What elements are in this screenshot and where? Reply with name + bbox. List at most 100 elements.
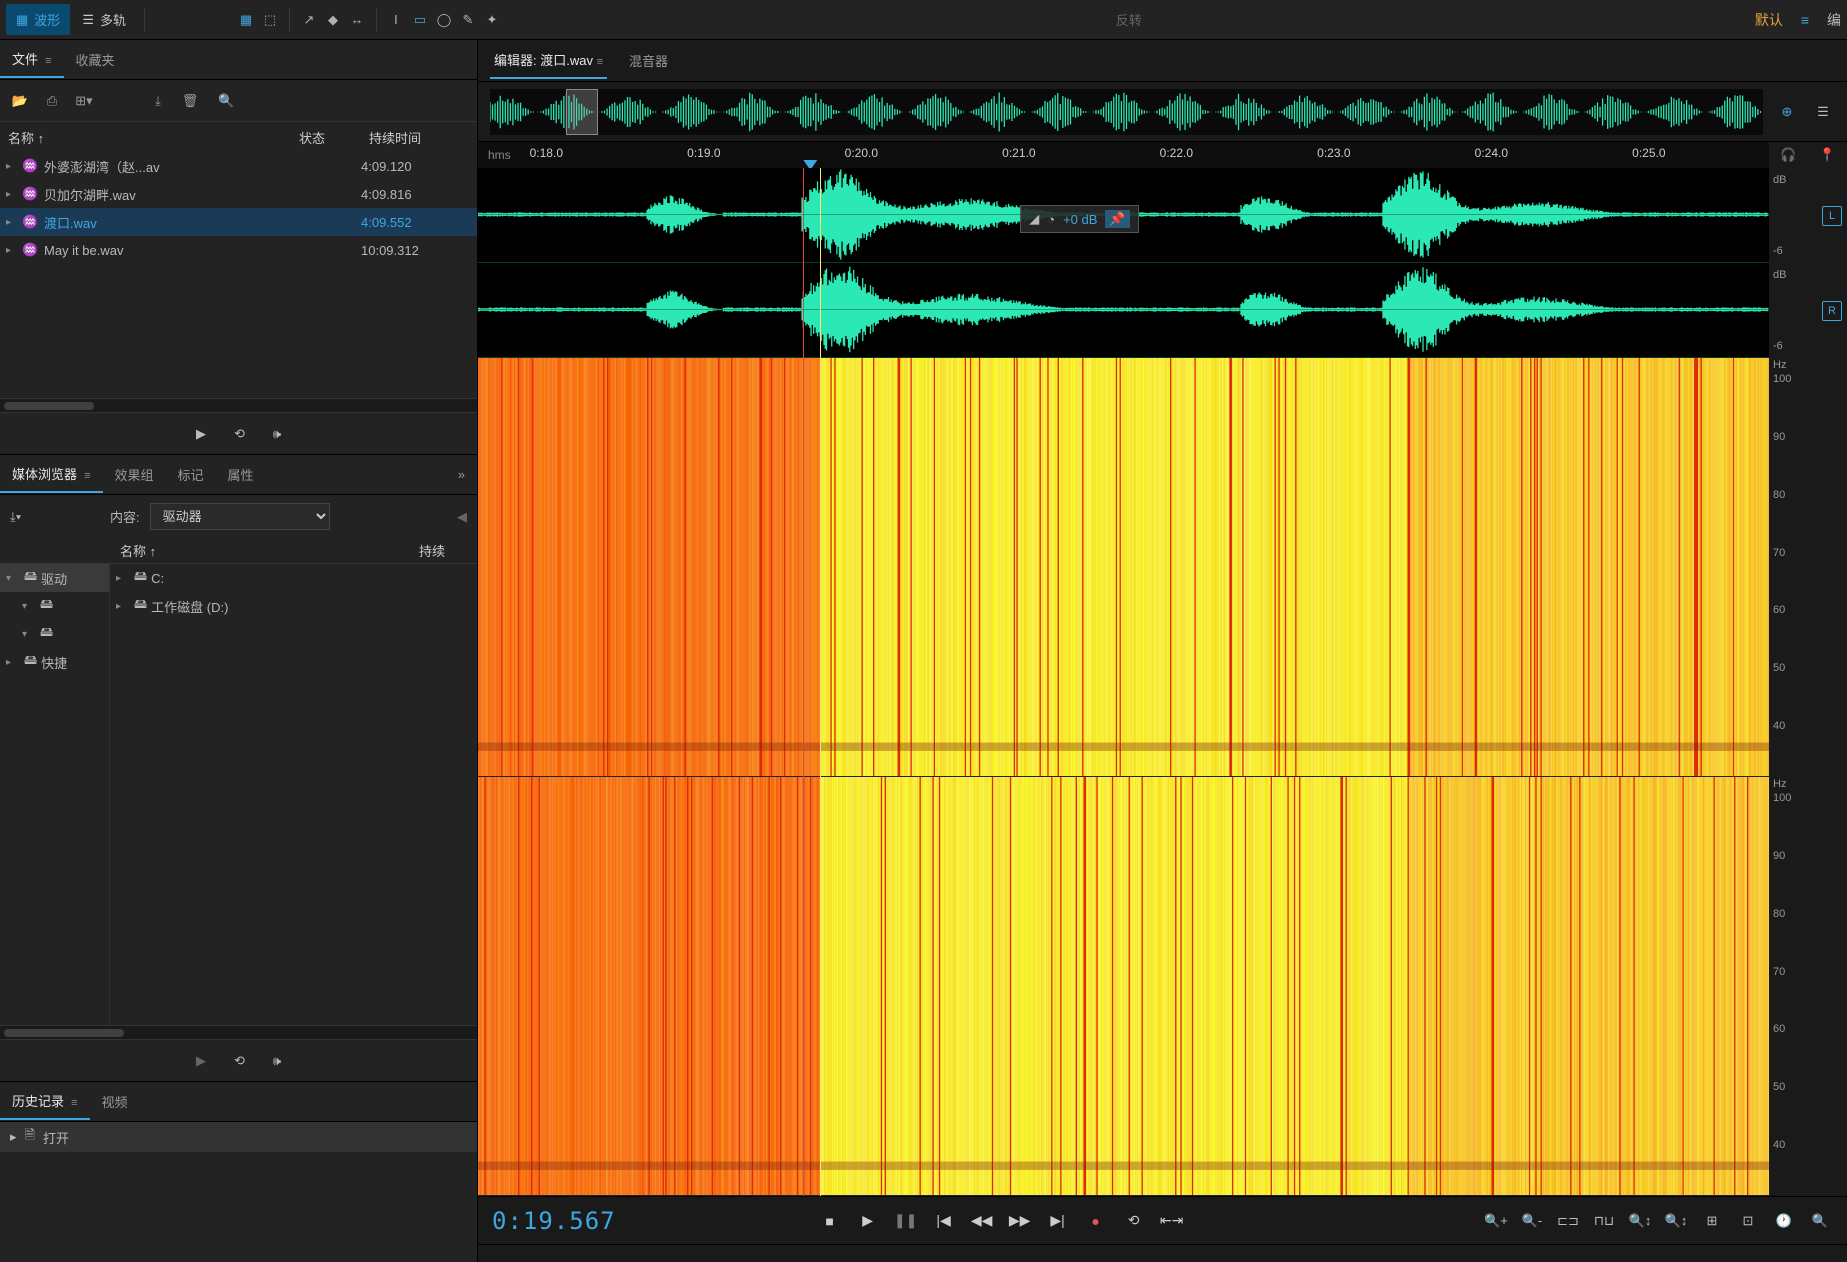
stop-button[interactable]: ■ [816, 1207, 844, 1235]
tree-row[interactable]: ▸🖴C: [110, 564, 477, 592]
media-scrollbar[interactable] [0, 1025, 477, 1039]
spectrogram-channel-R[interactable] [478, 777, 1769, 1196]
zoom-full-icon[interactable]: ⊏⊐ [1555, 1208, 1581, 1234]
pause-button[interactable]: ❚❚ [892, 1207, 920, 1235]
tab-media-browser[interactable]: 媒体浏览器 ≡ [0, 456, 103, 493]
tool-lasso-icon[interactable]: ◯ [433, 9, 455, 31]
file-search-input[interactable] [234, 93, 374, 108]
tab-mixer[interactable]: 混音器 [625, 43, 672, 78]
workspace-default-link[interactable]: 默认 [1755, 10, 1783, 30]
snap-icon[interactable]: 🎧 [1777, 143, 1801, 167]
import-icon[interactable]: ⤓ [148, 91, 168, 111]
chevron-icon[interactable]: ▾ [6, 573, 20, 584]
delete-icon[interactable]: 🗑 [180, 91, 200, 111]
tool-time-select-icon[interactable]: I [385, 9, 407, 31]
spectrogram-channel-L[interactable] [478, 358, 1769, 777]
file-loop-icon[interactable]: ⟲ [234, 426, 245, 442]
forward-button[interactable]: ▶▶ [1006, 1207, 1034, 1235]
media-col-dur[interactable]: 持续 [419, 541, 469, 560]
view-waveform-icon[interactable]: ▦ [235, 9, 257, 31]
tab-editor[interactable]: 编辑器: 渡口.wav ≡ [490, 42, 607, 79]
tab-effects[interactable]: 效果组 [103, 457, 166, 492]
timecode-display[interactable]: 0:19.567 [492, 1207, 616, 1235]
tree-row[interactable]: ▾🖴 [0, 592, 109, 620]
gain-hud[interactable]: ◢ ◔ +0 dB 📌 [1020, 205, 1138, 233]
col-status[interactable]: 状态 [299, 128, 369, 147]
expand-arrow-icon[interactable]: ▸ [6, 245, 22, 256]
zoom-time-icon[interactable]: 🕐 [1771, 1208, 1797, 1234]
file-scrollbar[interactable] [0, 398, 477, 412]
nav-back-icon[interactable]: ◀ [457, 509, 467, 525]
download-icon[interactable]: ⤓▾ [10, 509, 21, 524]
chevron-icon[interactable]: ▾ [22, 601, 36, 612]
zoom-in-v-icon[interactable]: 🔍↕ [1627, 1208, 1653, 1234]
file-row[interactable]: ▸ ♒ 渡口.wav 4:09.552 [0, 208, 477, 236]
media-col-name[interactable]: 名称 ↑ [120, 541, 419, 560]
zoom-reset-v-icon[interactable]: ⊞ [1699, 1208, 1725, 1234]
content-dropdown[interactable]: 驱动器 [150, 503, 330, 530]
col-duration[interactable]: 持续时间 [369, 128, 469, 147]
tree-row[interactable]: ▾🖴驱动 [0, 564, 109, 592]
add-file-icon[interactable]: ⊞▾ [74, 91, 94, 111]
col-name[interactable]: 名称 ↑ [8, 128, 299, 147]
skip-selection-button[interactable]: ⇤⇥ [1158, 1207, 1186, 1235]
overview-selection[interactable] [566, 89, 598, 135]
file-row[interactable]: ▸ ♒ May it be.wav 10:09.312 [0, 236, 477, 264]
file-row[interactable]: ▸ ♒ 贝加尔湖畔.wav 4:09.816 [0, 180, 477, 208]
mode-waveform-button[interactable]: ▦ 波形 [6, 4, 70, 35]
open-file-icon[interactable]: 📂 [10, 91, 30, 111]
tree-row[interactable]: ▾🖴 [0, 620, 109, 648]
channel-L-button[interactable]: L [1822, 206, 1842, 226]
tree-row[interactable]: ▸🖴工作磁盘 (D:) [110, 592, 477, 620]
tab-favorites[interactable]: 收藏夹 [64, 42, 127, 77]
tab-markers[interactable]: 标记 [166, 457, 216, 492]
expand-arrow-icon[interactable]: ▸ [6, 217, 22, 228]
media-play-icon[interactable]: ▶ [196, 1053, 206, 1069]
tool-brush-icon[interactable]: ✎ [457, 9, 479, 31]
tool-slip-icon[interactable]: ↔ [346, 9, 368, 31]
waveform-channel-R[interactable] [478, 263, 1769, 358]
channel-R-button[interactable]: R [1822, 301, 1842, 321]
zoom-custom-icon[interactable]: ⊡ [1735, 1208, 1761, 1234]
hud-fade-icon[interactable]: ◢ [1029, 211, 1039, 227]
tool-razor-icon[interactable]: ◆ [322, 9, 344, 31]
tool-marquee-icon[interactable]: ▭ [409, 9, 431, 31]
chevron-icon[interactable]: ▸ [116, 601, 130, 612]
view-spectral-icon[interactable]: ⬚ [259, 9, 281, 31]
zoom-sel-icon[interactable]: ⊓⊔ [1591, 1208, 1617, 1234]
media-loop-icon[interactable]: ⟲ [234, 1053, 245, 1069]
skip-back-button[interactable]: |◀ [930, 1207, 958, 1235]
chevron-icon[interactable]: ▸ [116, 573, 130, 584]
tab-menu-icon[interactable]: ≡ [42, 55, 51, 67]
loop-button[interactable]: ⟲ [1120, 1207, 1148, 1235]
play-button[interactable]: ▶ [854, 1207, 882, 1235]
tab-properties[interactable]: 属性 [216, 457, 266, 492]
chevron-icon[interactable]: ▾ [22, 629, 36, 640]
zoom-fit-icon[interactable]: ⊕ [1775, 100, 1799, 124]
expand-arrow-icon[interactable]: ▸ [6, 189, 22, 200]
workspace-menu-icon[interactable]: ≡ [1801, 12, 1809, 28]
zoom-out-icon[interactable]: 🔍- [1519, 1208, 1545, 1234]
new-file-icon[interactable]: ⎙ [42, 91, 62, 111]
waveform-display[interactable]: ◢ ◔ +0 dB 📌 [478, 168, 1769, 1196]
zoom-out-v-icon[interactable]: 🔍↕ [1663, 1208, 1689, 1234]
waveform-channel-L[interactable]: ◢ ◔ +0 dB 📌 [478, 168, 1769, 263]
tab-video[interactable]: 视频 [90, 1084, 140, 1119]
list-view-icon[interactable]: ☰ [1811, 100, 1835, 124]
tab-files[interactable]: 文件 ≡ [0, 41, 64, 78]
hud-volume-icon[interactable]: ◔ [1047, 212, 1055, 227]
tree-row[interactable]: ▸🖴快捷 [0, 648, 109, 676]
workspace-edit-link[interactable]: 编 [1827, 10, 1841, 30]
history-item-open[interactable]: ▸ 🗎 打开 [0, 1122, 477, 1152]
hud-db-value[interactable]: +0 dB [1063, 212, 1097, 227]
tool-heal-icon[interactable]: ✦ [481, 9, 503, 31]
rewind-button[interactable]: ◀◀ [968, 1207, 996, 1235]
expand-arrow-icon[interactable]: ▸ [6, 161, 22, 172]
timeline-ruler[interactable]: hms 0:18.00:19.00:20.00:21.00:22.00:23.0… [478, 142, 1769, 168]
file-autoplay-icon[interactable]: 🕪 [273, 426, 281, 442]
mode-multitrack-button[interactable]: ☰ 多轨 [72, 4, 136, 35]
overview-waveform[interactable] [490, 89, 1763, 135]
chevron-icon[interactable]: ▸ [6, 657, 20, 668]
file-play-icon[interactable]: ▶ [196, 426, 206, 442]
media-autoplay-icon[interactable]: 🕪 [273, 1053, 281, 1069]
